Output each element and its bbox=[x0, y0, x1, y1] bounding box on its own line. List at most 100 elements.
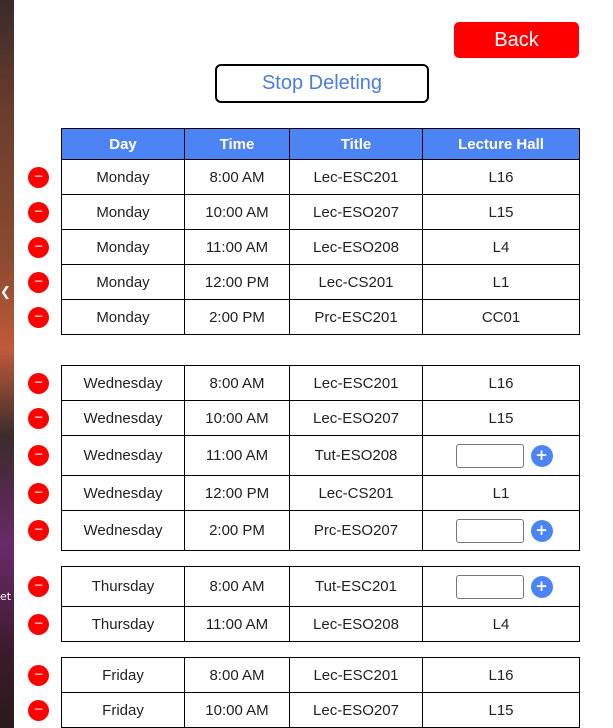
cell-lecture-hall: L15 bbox=[422, 400, 580, 436]
delete-row-button[interactable]: − bbox=[28, 167, 49, 188]
cell-lecture-hall: L16 bbox=[422, 159, 580, 195]
cell-time: 11:00 AM bbox=[184, 229, 290, 265]
cell-title: Lec-ESO207 bbox=[289, 400, 423, 436]
cell-title: Lec-ESC201 bbox=[289, 365, 423, 401]
table-row: Thursday 11:00 AM Lec-ESO208 L4 bbox=[61, 606, 580, 642]
cell-day: Friday bbox=[61, 692, 185, 728]
table-row: Thursday 8:00 AM Tut-ESC201 + bbox=[61, 566, 580, 607]
delete-row-button[interactable]: − bbox=[28, 272, 49, 293]
table-row: Monday 11:00 AM Lec-ESO208 L4 bbox=[61, 229, 580, 265]
add-hall-button[interactable]: + bbox=[530, 575, 553, 598]
column-header-lecture-hall: Lecture Hall bbox=[422, 128, 580, 160]
table-header-row: Day Time Title Lecture Hall bbox=[61, 128, 580, 160]
cell-title: Lec-ESC201 bbox=[289, 657, 423, 693]
cell-day: Wednesday bbox=[61, 400, 185, 436]
cell-title: Lec-CS201 bbox=[289, 264, 423, 300]
cell-time: 11:00 AM bbox=[184, 435, 290, 476]
cell-lecture-hall: L1 bbox=[422, 264, 580, 300]
table-row: Friday 8:00 AM Lec-ESC201 L16 bbox=[61, 657, 580, 693]
lecture-hall-input[interactable] bbox=[455, 443, 524, 468]
schedule-table-friday: Friday 8:00 AM Lec-ESC201 L16 Friday 10:00 AM… bbox=[61, 657, 580, 728]
add-hall-button[interactable]: + bbox=[530, 444, 553, 467]
cell-time: 10:00 AM bbox=[184, 400, 290, 436]
cell-time: 8:00 AM bbox=[184, 566, 290, 607]
delete-row-button[interactable]: − bbox=[28, 665, 49, 686]
stop-deleting-button[interactable]: Stop Deleting bbox=[215, 64, 429, 103]
cell-title: Lec-ESO208 bbox=[289, 606, 423, 642]
table-row: Monday 8:00 AM Lec-ESC201 L16 bbox=[61, 159, 580, 195]
cell-lecture-hall: L4 bbox=[422, 229, 580, 265]
delete-row-button[interactable]: − bbox=[28, 614, 49, 635]
column-header-time: Time bbox=[184, 128, 290, 160]
table-row: Wednesday 12:00 PM Lec-CS201 L1 bbox=[61, 475, 580, 511]
cell-lecture-hall: L16 bbox=[422, 657, 580, 693]
cell-lecture-hall: + bbox=[422, 510, 580, 551]
cell-title: Lec-ESC201 bbox=[289, 159, 423, 195]
cell-lecture-hall: L15 bbox=[422, 692, 580, 728]
cell-day: Monday bbox=[61, 264, 185, 300]
back-button[interactable]: Back bbox=[454, 22, 579, 58]
table-row: Wednesday 11:00 AM Tut-ESO208 + bbox=[61, 435, 580, 476]
delete-row-button[interactable]: − bbox=[28, 700, 49, 721]
schedule-table-monday: Day Time Title Lecture Hall Monday 8:00 A… bbox=[61, 128, 580, 335]
cell-time: 2:00 PM bbox=[184, 510, 290, 551]
cell-time: 12:00 PM bbox=[184, 264, 290, 300]
cell-day: Monday bbox=[61, 229, 185, 265]
cell-day: Friday bbox=[61, 657, 185, 693]
cell-time: 8:00 AM bbox=[184, 365, 290, 401]
cell-day: Thursday bbox=[61, 566, 185, 607]
lecture-hall-input[interactable] bbox=[455, 574, 524, 599]
delete-row-button[interactable]: − bbox=[28, 520, 49, 541]
schedule-table-thursday: Thursday 8:00 AM Tut-ESC201 + Thursday 11:00 … bbox=[61, 566, 580, 642]
cell-title: Prc-ESO207 bbox=[289, 510, 423, 551]
delete-row-button[interactable]: − bbox=[28, 445, 49, 466]
cell-lecture-hall: + bbox=[422, 435, 580, 476]
cell-lecture-hall: L4 bbox=[422, 606, 580, 642]
cell-time: 10:00 AM bbox=[184, 692, 290, 728]
cell-time: 12:00 PM bbox=[184, 475, 290, 511]
column-header-day: Day bbox=[61, 128, 185, 160]
cell-title: Tut-ESC201 bbox=[289, 566, 423, 607]
background-window-edge: ❮ et bbox=[0, 0, 14, 728]
cell-lecture-hall: L15 bbox=[422, 194, 580, 230]
cell-day: Monday bbox=[61, 159, 185, 195]
delete-row-button[interactable]: − bbox=[28, 373, 49, 394]
table-row: Wednesday 2:00 PM Prc-ESO207 + bbox=[61, 510, 580, 551]
cell-title: Lec-ESO207 bbox=[289, 194, 423, 230]
cell-title: Lec-CS201 bbox=[289, 475, 423, 511]
cell-time: 10:00 AM bbox=[184, 194, 290, 230]
cell-day: Wednesday bbox=[61, 365, 185, 401]
cell-time: 8:00 AM bbox=[184, 159, 290, 195]
cell-day: Wednesday bbox=[61, 510, 185, 551]
cell-time: 8:00 AM bbox=[184, 657, 290, 693]
cell-lecture-hall: + bbox=[422, 566, 580, 607]
schedule-table-wednesday: Wednesday 8:00 AM Lec-ESC201 L16 Wednesday 10… bbox=[61, 365, 580, 551]
cell-day: Monday bbox=[61, 194, 185, 230]
cell-lecture-hall: L1 bbox=[422, 475, 580, 511]
column-header-title: Title bbox=[289, 128, 423, 160]
cell-day: Thursday bbox=[61, 606, 185, 642]
table-row: Friday 10:00 AM Lec-ESO207 L15 bbox=[61, 692, 580, 728]
cell-day: Wednesday bbox=[61, 475, 185, 511]
add-hall-button[interactable]: + bbox=[530, 519, 553, 542]
delete-row-button[interactable]: − bbox=[28, 483, 49, 504]
cell-day: Monday bbox=[61, 299, 185, 335]
cell-title: Prc-ESC201 bbox=[289, 299, 423, 335]
partial-glyph: ❮ bbox=[0, 285, 11, 300]
table-row: Monday 2:00 PM Prc-ESC201 CC01 bbox=[61, 299, 580, 335]
cell-lecture-hall: L16 bbox=[422, 365, 580, 401]
table-row: Wednesday 10:00 AM Lec-ESO207 L15 bbox=[61, 400, 580, 436]
partial-text: et bbox=[0, 590, 12, 603]
table-row: Monday 12:00 PM Lec-CS201 L1 bbox=[61, 264, 580, 300]
cell-title: Tut-ESO208 bbox=[289, 435, 423, 476]
cell-lecture-hall: CC01 bbox=[422, 299, 580, 335]
cell-title: Lec-ESO207 bbox=[289, 692, 423, 728]
delete-row-button[interactable]: − bbox=[28, 237, 49, 258]
cell-time: 11:00 AM bbox=[184, 606, 290, 642]
delete-row-button[interactable]: − bbox=[28, 408, 49, 429]
delete-row-button[interactable]: − bbox=[28, 202, 49, 223]
table-row: Wednesday 8:00 AM Lec-ESC201 L16 bbox=[61, 365, 580, 401]
delete-row-button[interactable]: − bbox=[28, 307, 49, 328]
delete-row-button[interactable]: − bbox=[28, 576, 49, 597]
lecture-hall-input[interactable] bbox=[455, 518, 524, 543]
